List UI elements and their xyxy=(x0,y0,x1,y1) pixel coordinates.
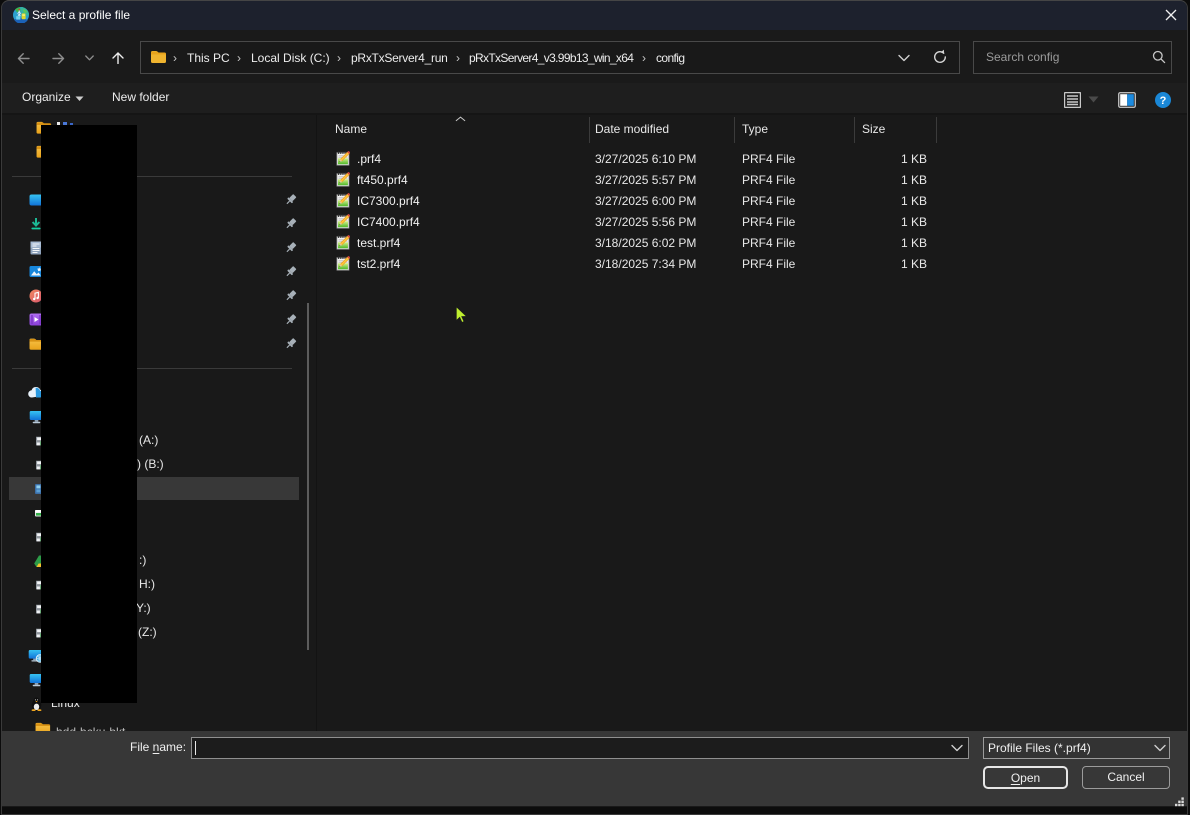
svg-text:?: ? xyxy=(1160,95,1167,107)
